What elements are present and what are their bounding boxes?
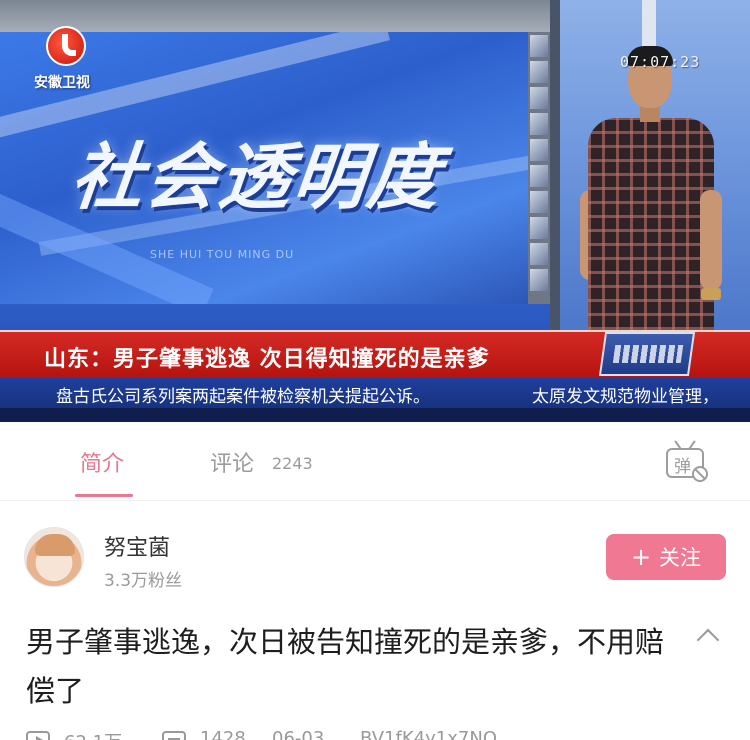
avatar[interactable] — [24, 527, 84, 587]
news-presenter — [580, 40, 740, 330]
publish-date: 06-03 — [272, 728, 325, 740]
tab-divider — [0, 500, 750, 501]
bv-id: BV1fK4y1x7NQ — [360, 728, 497, 740]
tab-intro[interactable]: 简介 — [80, 446, 124, 478]
monitor-wall — [528, 32, 550, 304]
uploader-fans: 3.3万粉丝 — [104, 571, 183, 591]
ticker-text: 盘古氏公司系列案两起案件被检察机关提起公诉。 — [56, 387, 430, 407]
news-headline-bar: 山东：男子肇事逃逸 次日得知撞死的是亲爹 — [0, 330, 750, 378]
show-subtitle: SHE HUI TOU MING DU — [150, 248, 295, 261]
news-headline: 山东：男子肇事逃逸 次日得知撞死的是亲爹 — [44, 347, 490, 372]
show-title: 社会透明度 — [66, 135, 446, 219]
danmaku-glyph: 弹 — [674, 457, 691, 477]
uploader-name[interactable]: 努宝菌 — [104, 530, 170, 562]
plaid-shirt — [588, 118, 714, 330]
video-bottom-edge — [0, 408, 750, 422]
play-count-icon — [26, 731, 50, 740]
follow-label: 关注 — [659, 546, 702, 570]
program-badge — [598, 332, 696, 376]
broadcast-timestamp: 07:07:23 — [620, 53, 701, 71]
active-tab-indicator — [75, 494, 133, 497]
video-title: 男子肇事逃逸，次日被告知撞死的是亲爹，不用赔偿了 — [26, 625, 665, 708]
chevron-up-icon[interactable] — [696, 628, 720, 652]
channel-logo-text: 安徽卫视 — [34, 75, 90, 91]
view-count: 62.1万 — [64, 728, 122, 740]
disabled-icon — [692, 466, 708, 482]
plus-icon: + — [630, 543, 652, 571]
danmaku-count-icon — [162, 731, 186, 740]
news-ticker: 盘古氏公司系列案两起案件被检察机关提起公诉。 太原发文规范物业管理， — [0, 378, 750, 408]
video-player[interactable]: 社会透明度 SHE HUI TOU MING DU 安徽卫视 07:07:23 … — [0, 0, 750, 422]
tab-comments[interactable]: 评论 — [210, 446, 254, 478]
ticker-text-next: 太原发文规范物业管理， — [532, 387, 719, 407]
comment-count: 2243 — [272, 454, 313, 473]
danmaku-count: 1428 — [200, 728, 246, 740]
channel-logo: 安徽卫视 — [34, 26, 114, 91]
danmaku-toggle-button[interactable]: 弹 — [662, 440, 710, 484]
wristwatch — [701, 288, 721, 300]
follow-button[interactable]: + 关注 — [606, 534, 726, 580]
